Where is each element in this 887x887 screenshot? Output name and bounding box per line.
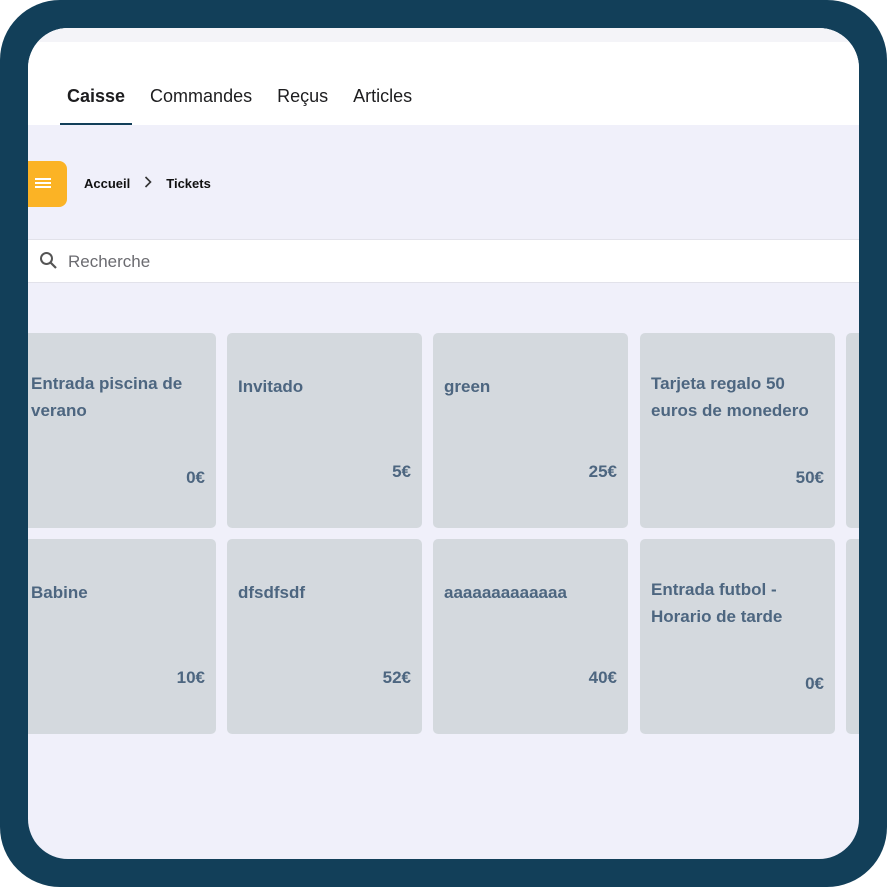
ticket-card[interactable]: dfsdfsdf 52€ — [227, 539, 422, 734]
chevron-right-icon — [144, 176, 152, 191]
breadcrumb-current: Tickets — [166, 176, 211, 191]
ticket-card[interactable] — [846, 333, 859, 528]
tab-caisse[interactable]: Caisse — [60, 85, 133, 125]
ticket-name: green — [444, 377, 491, 396]
hamburger-icon — [35, 178, 51, 188]
ticket-name: Invitado — [238, 377, 304, 396]
ticket-price: 0€ — [805, 674, 824, 693]
ticket-card[interactable]: aaaaaaaaaaaaa 40€ — [433, 539, 628, 734]
ticket-price: 40€ — [588, 668, 617, 687]
breadcrumb-home[interactable]: Accueil — [84, 176, 130, 191]
ticket-price: 25€ — [588, 462, 617, 481]
ticket-card[interactable]: Entrada futbol - Horario de tarde 0€ — [640, 539, 835, 734]
top-strip — [28, 28, 859, 42]
menu-button[interactable] — [28, 161, 67, 207]
ticket-price: 52€ — [382, 668, 411, 687]
tab-articles[interactable]: Articles — [346, 85, 419, 125]
search-bar — [28, 239, 859, 283]
ticket-name: Entrada futbol - Horario de tarde — [651, 580, 783, 626]
top-bar: Caisse Commandes Reçus Articles — [28, 28, 859, 125]
breadcrumb: Accueil Tickets — [84, 176, 211, 191]
ticket-card[interactable]: Invitado 5€ — [227, 333, 422, 528]
ticket-card[interactable]: green 25€ — [433, 333, 628, 528]
tab-commandes[interactable]: Commandes — [143, 85, 259, 125]
ticket-name: Entrada piscina de verano — [31, 374, 183, 420]
ticket-price: 0€ — [186, 468, 205, 487]
tab-recus[interactable]: Reçus — [270, 85, 335, 125]
app-screen: Caisse Commandes Reçus Articles Accueil … — [28, 28, 859, 859]
ticket-name: Babine — [31, 583, 88, 602]
ticket-price: 50€ — [795, 468, 824, 487]
tab-bar: Caisse Commandes Reçus Articles — [60, 85, 430, 125]
ticket-card[interactable]: Babine 10€ — [28, 539, 216, 734]
ticket-card[interactable] — [846, 539, 859, 734]
device-frame: Caisse Commandes Reçus Articles Accueil … — [0, 0, 887, 887]
ticket-card[interactable]: Tarjeta regalo 50 euros de monedero 50€ — [640, 333, 835, 528]
ticket-name: Tarjeta regalo 50 euros de monedero — [651, 374, 809, 420]
search-icon — [40, 252, 57, 269]
ticket-name: aaaaaaaaaaaaa — [444, 583, 567, 602]
ticket-price: 5€ — [392, 462, 411, 481]
ticket-name: dfsdfsdf — [238, 583, 306, 602]
ticket-card[interactable]: Entrada piscina de verano 0€ — [28, 333, 216, 528]
ticket-price: 10€ — [176, 668, 205, 687]
search-input[interactable] — [66, 246, 850, 278]
